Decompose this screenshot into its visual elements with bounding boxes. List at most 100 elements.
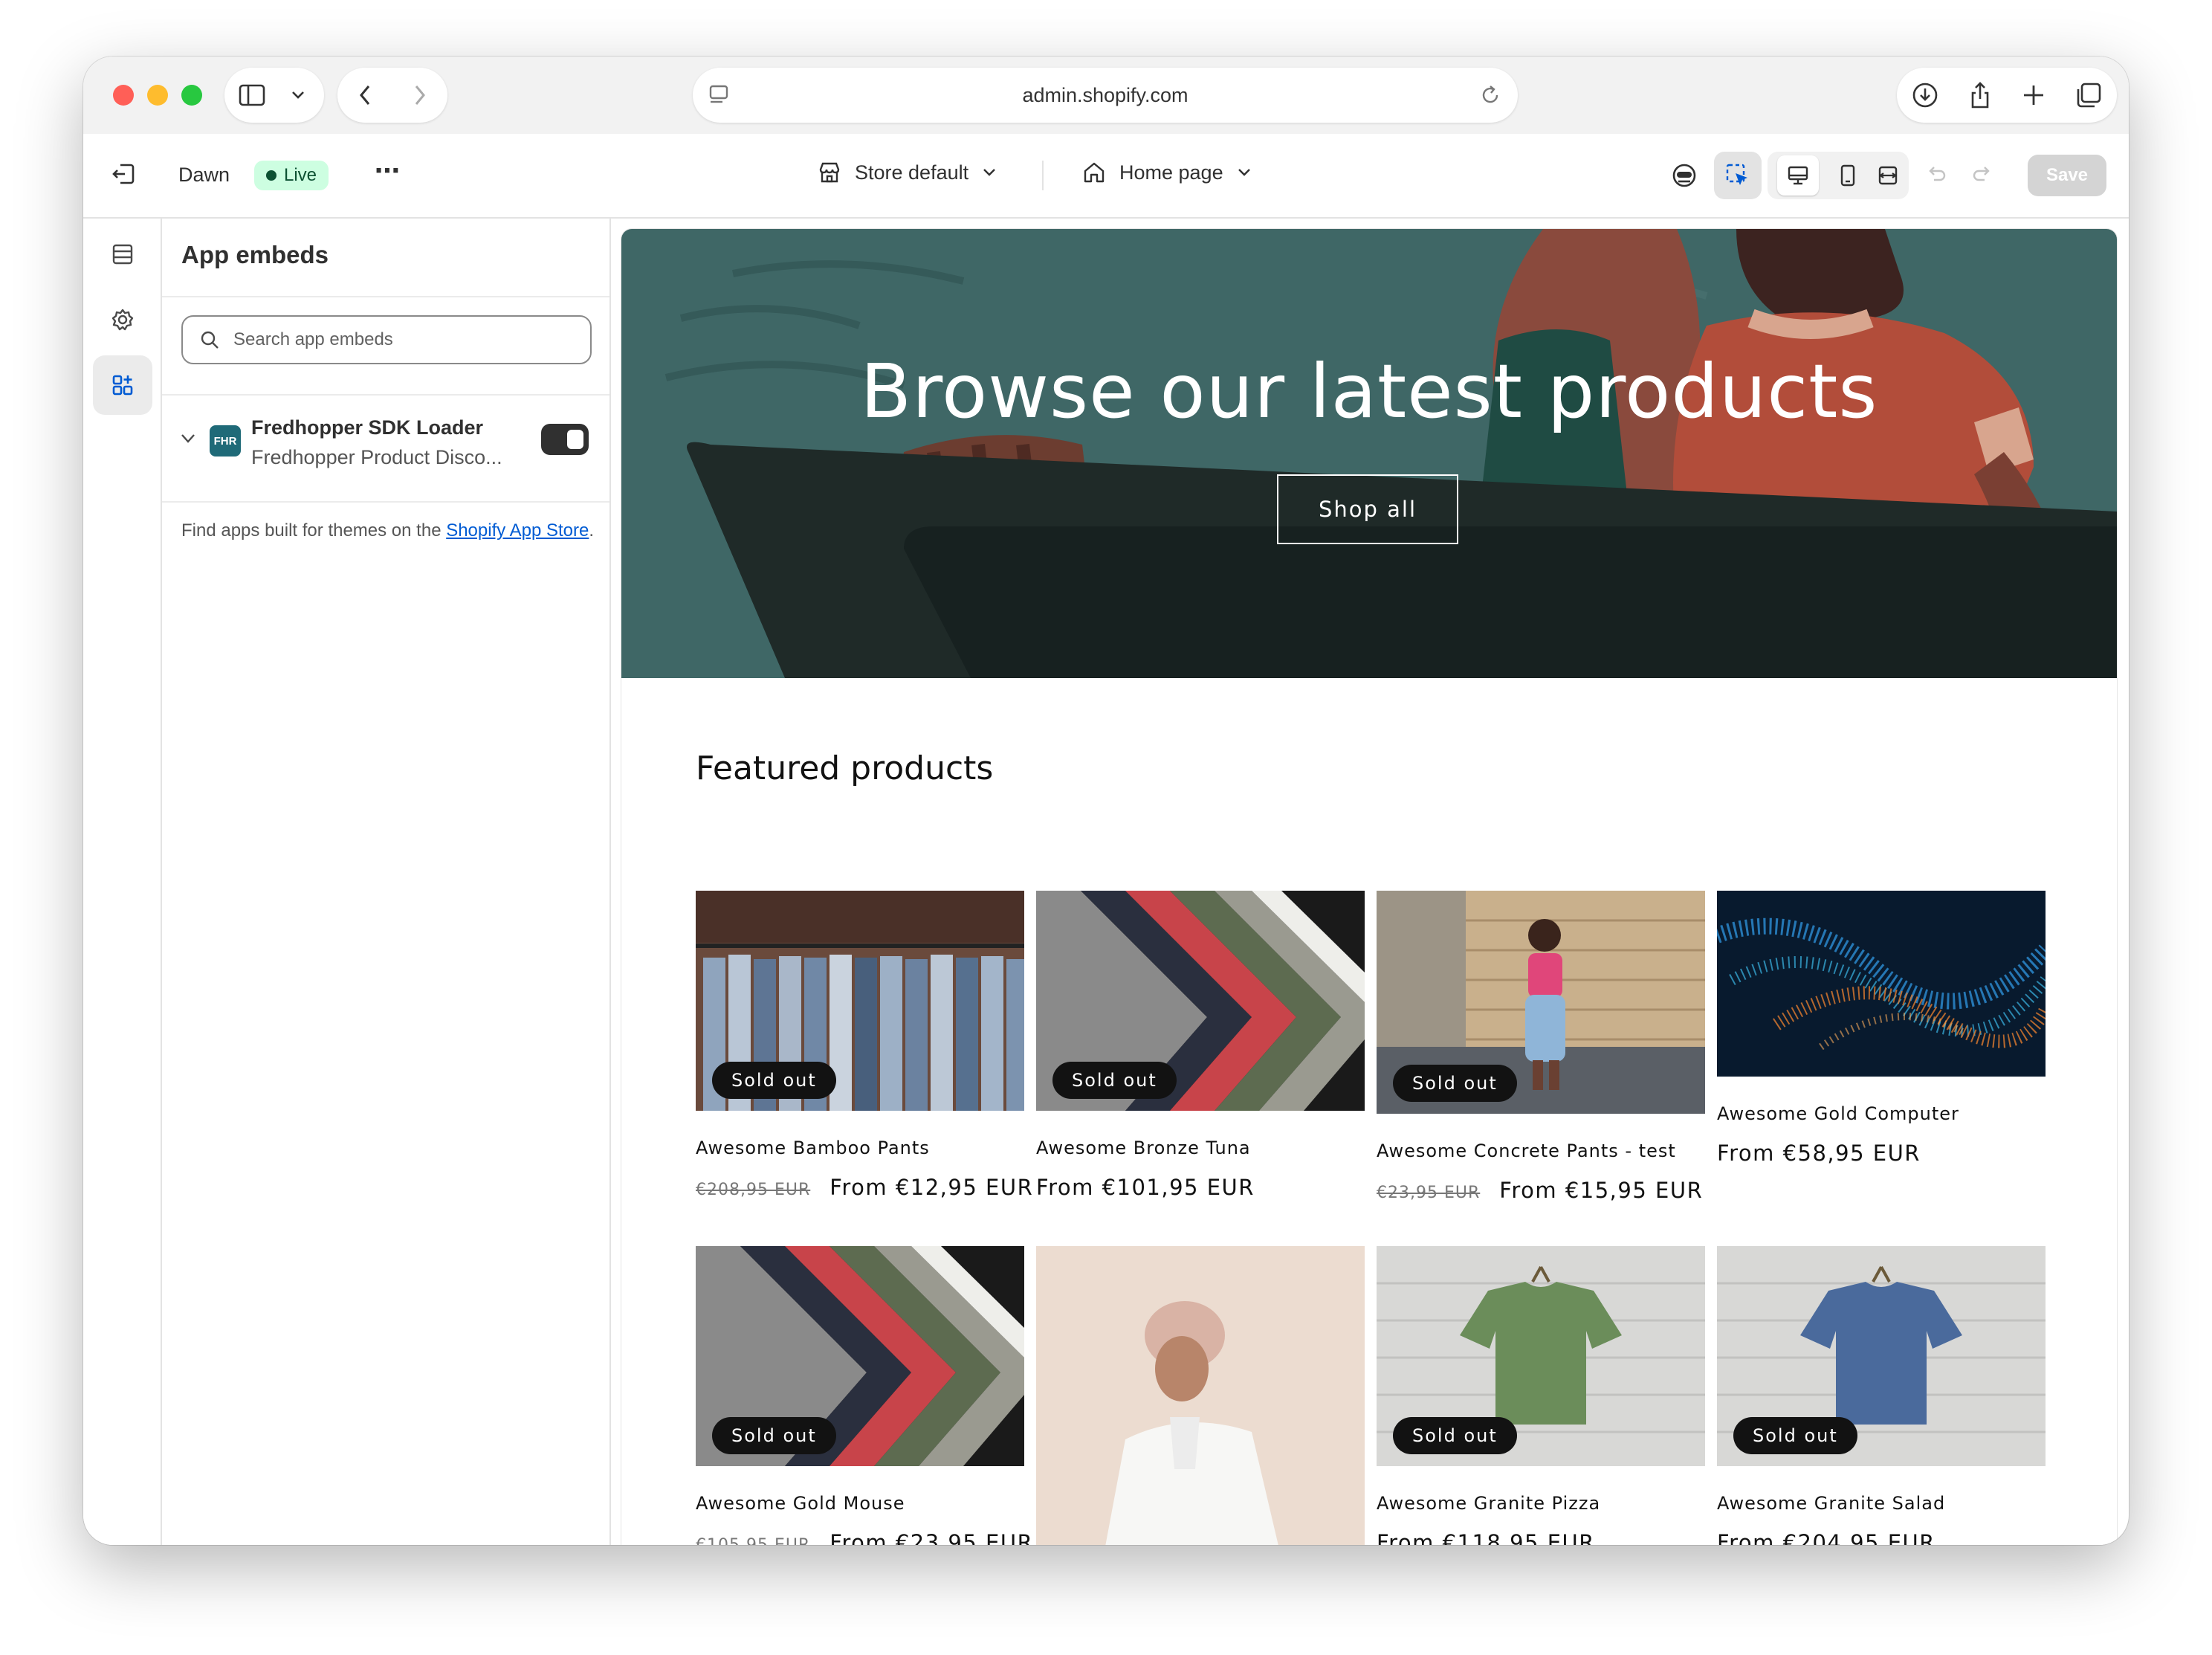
theme-name: Dawn xyxy=(178,164,230,186)
divider xyxy=(162,501,609,503)
compare-at-price: €208,95 EUR xyxy=(696,1181,811,1199)
browser-actions xyxy=(1897,68,2117,123)
chevron-down-icon[interactable] xyxy=(279,68,317,123)
chevron-down-icon[interactable] xyxy=(180,433,196,445)
reload-icon[interactable] xyxy=(1479,84,1501,106)
product-name[interactable]: Awesome Granite Pizza xyxy=(1377,1493,1705,1514)
sale-price: From €23,95 EUR xyxy=(830,1530,1034,1545)
tabs-overview-icon[interactable] xyxy=(2075,82,2102,109)
product-name[interactable]: Awesome Gold Mouse xyxy=(696,1493,1024,1514)
product-image[interactable] xyxy=(1717,891,2046,1077)
product-name[interactable]: Awesome Bamboo Pants xyxy=(696,1138,1024,1158)
product-card[interactable]: Awesome Gold Computer From €58,95 EUR xyxy=(1717,891,2046,1166)
product-price: From €101,95 EUR xyxy=(1036,1175,1365,1200)
app-store-hint: Find apps built for themes on the Shopif… xyxy=(181,516,598,546)
sold-out-badge: Sold out xyxy=(712,1062,836,1099)
page-settings-icon[interactable] xyxy=(708,84,730,106)
product-card[interactable] xyxy=(1036,1246,1365,1545)
hero-banner: Browse our latest products Shop all xyxy=(621,229,2117,678)
compare-at-price: €105,95 EUR xyxy=(696,1536,810,1545)
back-icon[interactable] xyxy=(337,68,392,123)
sale-price: From €58,95 EUR xyxy=(1717,1141,1921,1166)
product-price: From €204,95 EUR xyxy=(1717,1530,2046,1545)
select-cursor-icon xyxy=(1725,163,1750,188)
product-card[interactable]: Sold out Awesome Bronze Tuna From €101,9… xyxy=(1036,891,1365,1200)
page-selector[interactable]: Home page xyxy=(1082,161,1252,184)
browser-window: admin.shopify.com Dawn Live ⋯ Store defa… xyxy=(83,57,2129,1545)
sold-out-badge: Sold out xyxy=(1733,1417,1857,1454)
embed-subtitle: Fredhopper Product Disco... xyxy=(251,446,502,468)
sidekick-icon[interactable] xyxy=(1671,162,1698,189)
editor-nav-rail xyxy=(83,219,162,1545)
theme-settings-icon[interactable] xyxy=(93,290,152,349)
divider xyxy=(162,394,609,396)
inspector-button[interactable] xyxy=(1714,152,1762,199)
hint-text: Find apps built for themes on the xyxy=(181,520,447,541)
hero-title: Browse our latest products xyxy=(860,348,1878,435)
home-icon xyxy=(1082,161,1106,184)
forward-icon[interactable] xyxy=(392,68,447,123)
viewport-switcher xyxy=(1768,152,1909,199)
product-name[interactable]: Awesome Gold Computer xyxy=(1717,1103,2046,1124)
product-name[interactable]: Awesome Granite Salad xyxy=(1717,1493,2046,1514)
embed-title: Fredhopper SDK Loader xyxy=(251,416,484,439)
sale-price: From €101,95 EUR xyxy=(1036,1175,1255,1200)
product-image[interactable]: Sold out xyxy=(1377,1246,1705,1466)
product-image[interactable]: Sold out xyxy=(1036,891,1365,1111)
shop-all-button[interactable]: Shop all xyxy=(1277,474,1458,544)
share-icon[interactable] xyxy=(1968,81,1992,109)
search-input[interactable]: Search app embeds xyxy=(181,315,592,364)
search-icon xyxy=(199,329,220,350)
panel-title: App embeds xyxy=(181,241,329,268)
fredhopper-app-icon: FHR xyxy=(210,425,241,457)
embed-enabled-toggle[interactable] xyxy=(541,424,589,455)
product-price: €23,95 EUR From €15,95 EUR xyxy=(1377,1178,1705,1203)
undo-icon[interactable] xyxy=(1925,162,1947,184)
mobile-icon[interactable] xyxy=(1839,164,1857,187)
more-actions-button[interactable]: ⋯ xyxy=(375,156,401,186)
app-embeds-icon[interactable] xyxy=(93,355,152,415)
sidebar-icon[interactable] xyxy=(224,68,279,123)
sections-icon[interactable] xyxy=(93,225,152,284)
zoom-window-button[interactable] xyxy=(181,85,202,106)
exit-editor-icon[interactable] xyxy=(110,161,137,187)
divider xyxy=(162,296,609,297)
new-tab-icon[interactable] xyxy=(2022,83,2046,107)
product-image[interactable] xyxy=(1036,1246,1365,1545)
shopify-app-store-link[interactable]: Shopify App Store xyxy=(446,520,589,541)
app-embeds-panel: App embeds Search app embeds FHR Fredhop… xyxy=(162,219,611,1545)
product-card[interactable]: Sold out Awesome Granite Salad From €204… xyxy=(1717,1246,2046,1545)
product-name[interactable]: Awesome Concrete Pants - test xyxy=(1377,1141,1705,1161)
hero-image xyxy=(621,229,2117,678)
minimize-window-button[interactable] xyxy=(147,85,168,106)
desktop-icon[interactable] xyxy=(1777,155,1820,196)
address-bar[interactable]: admin.shopify.com xyxy=(693,68,1518,123)
sale-price: From €12,95 EUR xyxy=(830,1175,1034,1200)
product-name[interactable]: Awesome Bronze Tuna xyxy=(1036,1138,1365,1158)
nav-buttons xyxy=(337,68,447,123)
url-text: admin.shopify.com xyxy=(1022,83,1189,106)
sale-price: From €15,95 EUR xyxy=(1499,1178,1704,1203)
sold-out-badge: Sold out xyxy=(1393,1065,1517,1102)
store-selector[interactable]: Store default xyxy=(818,161,997,184)
download-icon[interactable] xyxy=(1912,82,1938,109)
product-image[interactable]: Sold out xyxy=(1377,891,1705,1114)
full-width-icon[interactable] xyxy=(1877,164,1899,187)
sold-out-badge: Sold out xyxy=(1393,1417,1517,1454)
product-image[interactable]: Sold out xyxy=(696,1246,1024,1466)
featured-products-title: Featured products xyxy=(696,749,994,787)
chevron-down-icon xyxy=(982,167,997,178)
product-image[interactable]: Sold out xyxy=(696,891,1024,1111)
product-image[interactable]: Sold out xyxy=(1717,1246,2046,1466)
product-card[interactable]: Sold out Awesome Concrete Pants - test €… xyxy=(1377,891,1705,1203)
hint-end: . xyxy=(589,520,595,541)
sale-price: From €118,95 EUR xyxy=(1377,1530,1595,1545)
product-card[interactable]: Sold out Awesome Gold Mouse €105,95 EUR F… xyxy=(696,1246,1032,1545)
redo-icon[interactable] xyxy=(1971,162,1993,184)
product-price: €105,95 EUR From €23,95 EUR xyxy=(696,1530,1032,1545)
product-card[interactable]: Sold out Awesome Bamboo Pants €208,95 EU… xyxy=(696,891,1032,1200)
product-card[interactable]: Sold out Awesome Granite Pizza From €118… xyxy=(1377,1246,1705,1545)
save-button[interactable]: Save xyxy=(2028,155,2106,196)
product-price: From €118,95 EUR xyxy=(1377,1530,1705,1545)
close-window-button[interactable] xyxy=(113,85,134,106)
